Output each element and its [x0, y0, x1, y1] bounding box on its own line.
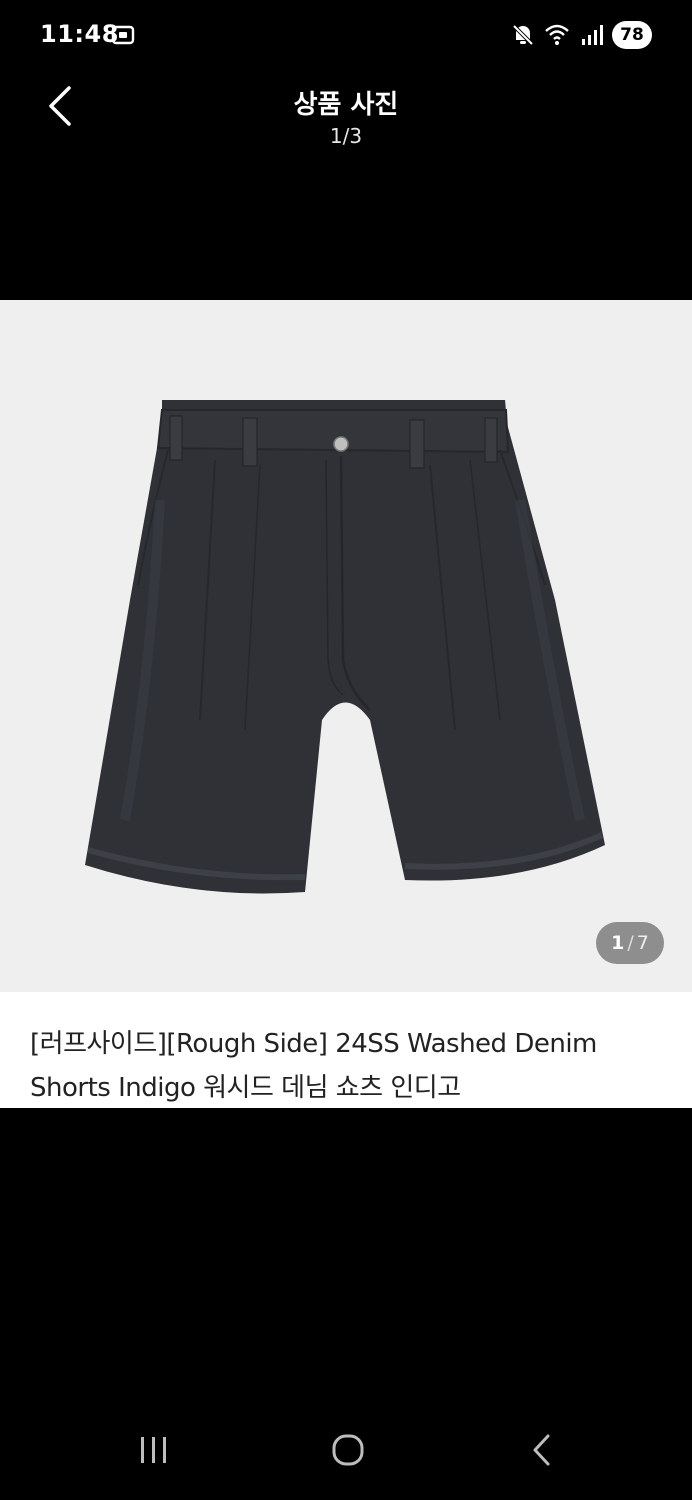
product-photo-viewer: 11:48 78 상품 사진 1/3 1 / 7 [러프사이드][Rough S…	[0, 0, 692, 1500]
viewer-header: 상품 사진 1/3	[0, 72, 692, 162]
photo-counter: 1/3	[329, 124, 363, 148]
product-image-area[interactable]: 1 / 7	[0, 300, 692, 992]
system-back-button[interactable]	[518, 1426, 566, 1474]
recents-icon	[141, 1437, 166, 1463]
pager-current: 1	[611, 932, 625, 954]
system-nav-bar	[0, 1396, 692, 1500]
status-time: 11:48	[40, 20, 119, 48]
battery-badge: 78	[612, 21, 652, 49]
recents-button[interactable]	[130, 1426, 178, 1474]
status-bar: 11:48 78	[0, 0, 692, 72]
home-button[interactable]	[324, 1426, 372, 1474]
page-title: 상품 사진	[293, 90, 399, 120]
home-icon	[332, 1434, 364, 1466]
screen-capture-icon	[111, 25, 135, 45]
mute-icon	[512, 24, 534, 46]
signal-icon	[582, 25, 603, 45]
product-title: [러프사이드][Rough Side] 24SS Washed Denim Sh…	[30, 1029, 597, 1103]
pager-separator: /	[627, 932, 634, 954]
pager-total: 7	[636, 932, 649, 954]
back-icon	[533, 1434, 550, 1466]
product-title-area: [러프사이드][Rough Side] 24SS Washed Denim Sh…	[0, 992, 692, 1108]
denim-shorts-image	[85, 400, 605, 894]
status-icons: 78	[510, 20, 652, 50]
image-pager: 1 / 7	[596, 922, 664, 964]
wifi-icon	[545, 24, 569, 45]
